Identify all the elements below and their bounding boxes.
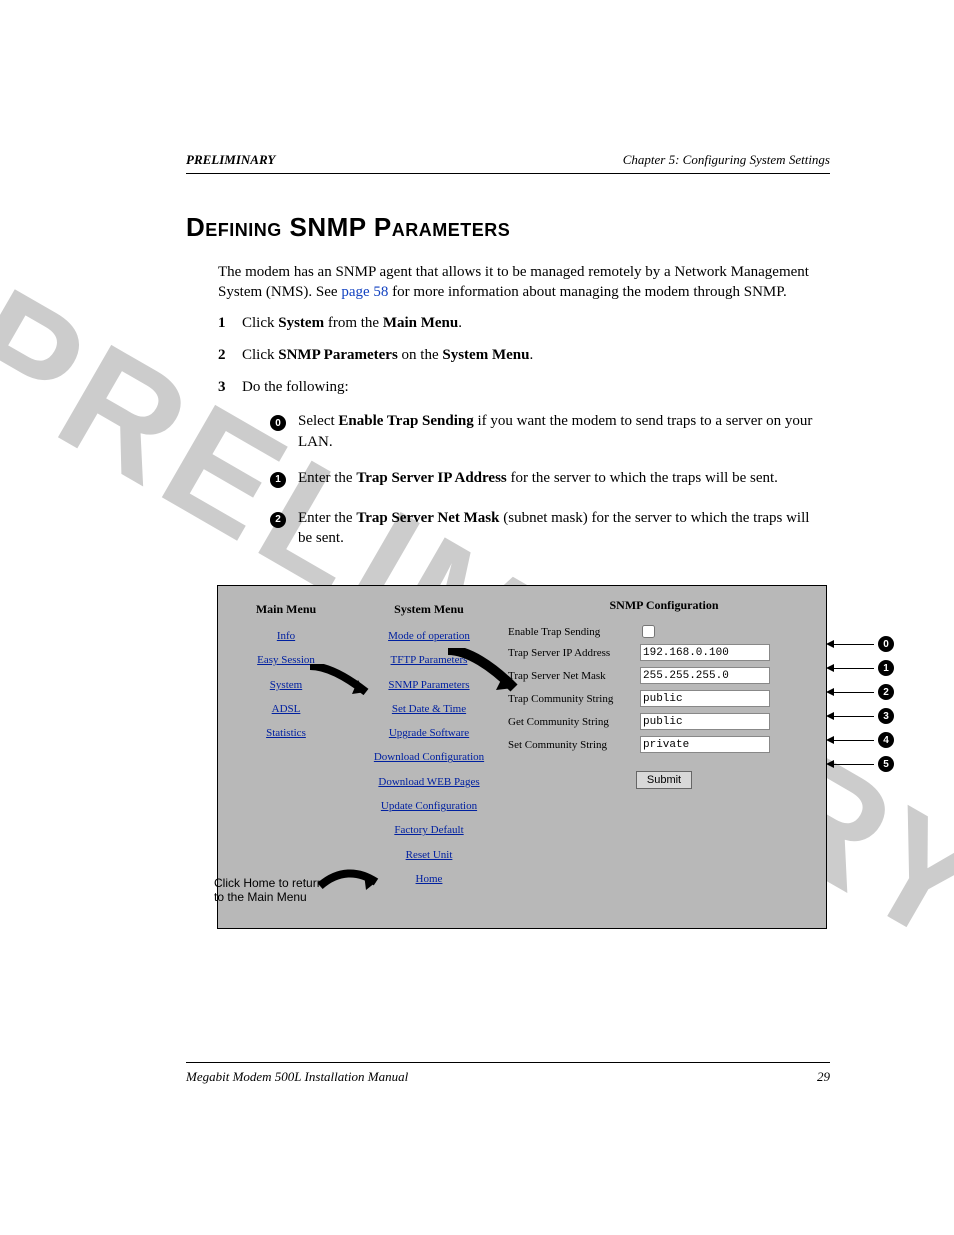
enable-trap-checkbox[interactable] xyxy=(642,625,655,638)
trap-ip-label: Trap Server IP Address xyxy=(508,647,640,659)
system-menu-link[interactable]: Download Configuration xyxy=(370,750,488,764)
system-menu-column: System Menu Mode of operation TFTP Param… xyxy=(370,602,488,896)
submit-button[interactable]: Submit xyxy=(636,771,692,789)
snmp-config-title: SNMP Configuration xyxy=(508,598,820,613)
page-footer: Megabit Modem 500L Installation Manual 2… xyxy=(186,1062,830,1085)
main-menu-link[interactable]: ADSL xyxy=(240,702,332,716)
arrow-icon xyxy=(826,736,834,744)
arrow-icon xyxy=(826,688,834,696)
callout-marker-2: 2 xyxy=(878,684,894,700)
callout-marker-1: 1 xyxy=(878,660,894,676)
snmp-screenshot: Main Menu Info Easy Session System ADSL … xyxy=(218,586,826,928)
system-menu-title: System Menu xyxy=(370,602,488,617)
circled-zero-icon: 0 xyxy=(270,415,286,431)
main-menu-link[interactable]: System xyxy=(240,678,332,692)
system-menu-link[interactable]: Reset Unit xyxy=(370,848,488,862)
intro-paragraph: The modem has an SNMP agent that allows … xyxy=(218,262,826,303)
header-right: Chapter 5: Configuring System Settings xyxy=(623,152,830,168)
header-left: PRELIMINARY xyxy=(186,152,275,168)
main-menu-link[interactable]: Statistics xyxy=(240,726,332,740)
trap-comm-input[interactable] xyxy=(640,690,770,707)
system-menu-link[interactable]: TFTP Parameters xyxy=(370,653,488,667)
section-heading: Defining SNMP Parameters xyxy=(186,212,510,243)
callout-marker-5: 5 xyxy=(878,756,894,772)
step-3: 3 Do the following: 0 Select Enable Trap… xyxy=(218,377,826,564)
row-trap-comm: Trap Community String xyxy=(508,690,820,707)
callout-marker-3: 3 xyxy=(878,708,894,724)
page-number: 29 xyxy=(817,1069,830,1085)
row-trap-ip: Trap Server IP Address xyxy=(508,644,820,661)
circled-one-icon: 1 xyxy=(270,472,286,488)
set-comm-input[interactable] xyxy=(640,736,770,753)
arrow-icon xyxy=(826,712,834,720)
main-menu-link[interactable]: Easy Session xyxy=(240,653,332,667)
trap-mask-label: Trap Server Net Mask xyxy=(508,670,640,682)
trap-mask-input[interactable] xyxy=(640,667,770,684)
main-menu-link[interactable]: Info xyxy=(240,629,332,643)
substep-0: 0 Select Enable Trap Sending if you want… xyxy=(266,411,826,452)
row-set-comm: Set Community String xyxy=(508,736,820,753)
main-menu-column: Main Menu Info Easy Session System ADSL … xyxy=(240,602,332,750)
enable-trap-label: Enable Trap Sending xyxy=(508,626,640,638)
callout-marker-0: 0 xyxy=(878,636,894,652)
step-1: 1 Click System from the Main Menu. xyxy=(218,313,826,333)
row-get-comm: Get Community String xyxy=(508,713,820,730)
get-comm-input[interactable] xyxy=(640,713,770,730)
arrow-icon xyxy=(826,664,834,672)
substep-1: 1 Enter the Trap Server IP Address for t… xyxy=(266,468,826,492)
trap-comm-label: Trap Community String xyxy=(508,693,640,705)
system-menu-link[interactable]: Upgrade Software xyxy=(370,726,488,740)
system-menu-link[interactable]: Home xyxy=(370,872,488,886)
page-header: PRELIMINARY Chapter 5: Configuring Syste… xyxy=(186,152,830,174)
system-menu-link[interactable]: Update Configuration xyxy=(370,799,488,813)
trap-ip-input[interactable] xyxy=(640,644,770,661)
callout-marker-4: 4 xyxy=(878,732,894,748)
page-link[interactable]: page 58 xyxy=(341,284,388,300)
system-menu-link[interactable]: Download WEB Pages xyxy=(370,775,488,789)
set-comm-label: Set Community String xyxy=(508,739,640,751)
system-menu-link[interactable]: SNMP Parameters xyxy=(370,678,488,692)
system-menu-link[interactable]: Factory Default xyxy=(370,823,488,837)
home-callout-note: Click Home to return to the Main Menu xyxy=(214,876,334,905)
snmp-config-panel: SNMP Configuration Enable Trap Sending T… xyxy=(508,598,820,789)
system-menu-link[interactable]: Set Date & Time xyxy=(370,702,488,716)
arrow-icon xyxy=(826,760,834,768)
footer-left: Megabit Modem 500L Installation Manual xyxy=(186,1069,408,1085)
arrow-icon xyxy=(826,640,834,648)
main-menu-title: Main Menu xyxy=(240,602,332,617)
step-2: 2 Click SNMP Parameters on the System Me… xyxy=(218,345,826,365)
get-comm-label: Get Community String xyxy=(508,716,640,728)
row-trap-mask: Trap Server Net Mask xyxy=(508,667,820,684)
row-enable-trap: Enable Trap Sending xyxy=(508,625,820,638)
circled-two-icon: 2 xyxy=(270,512,286,528)
substep-2: 2 Enter the Trap Server Net Mask (subnet… xyxy=(266,508,826,549)
system-menu-link[interactable]: Mode of operation xyxy=(370,629,488,643)
body-text: The modem has an SNMP agent that allows … xyxy=(218,262,826,576)
